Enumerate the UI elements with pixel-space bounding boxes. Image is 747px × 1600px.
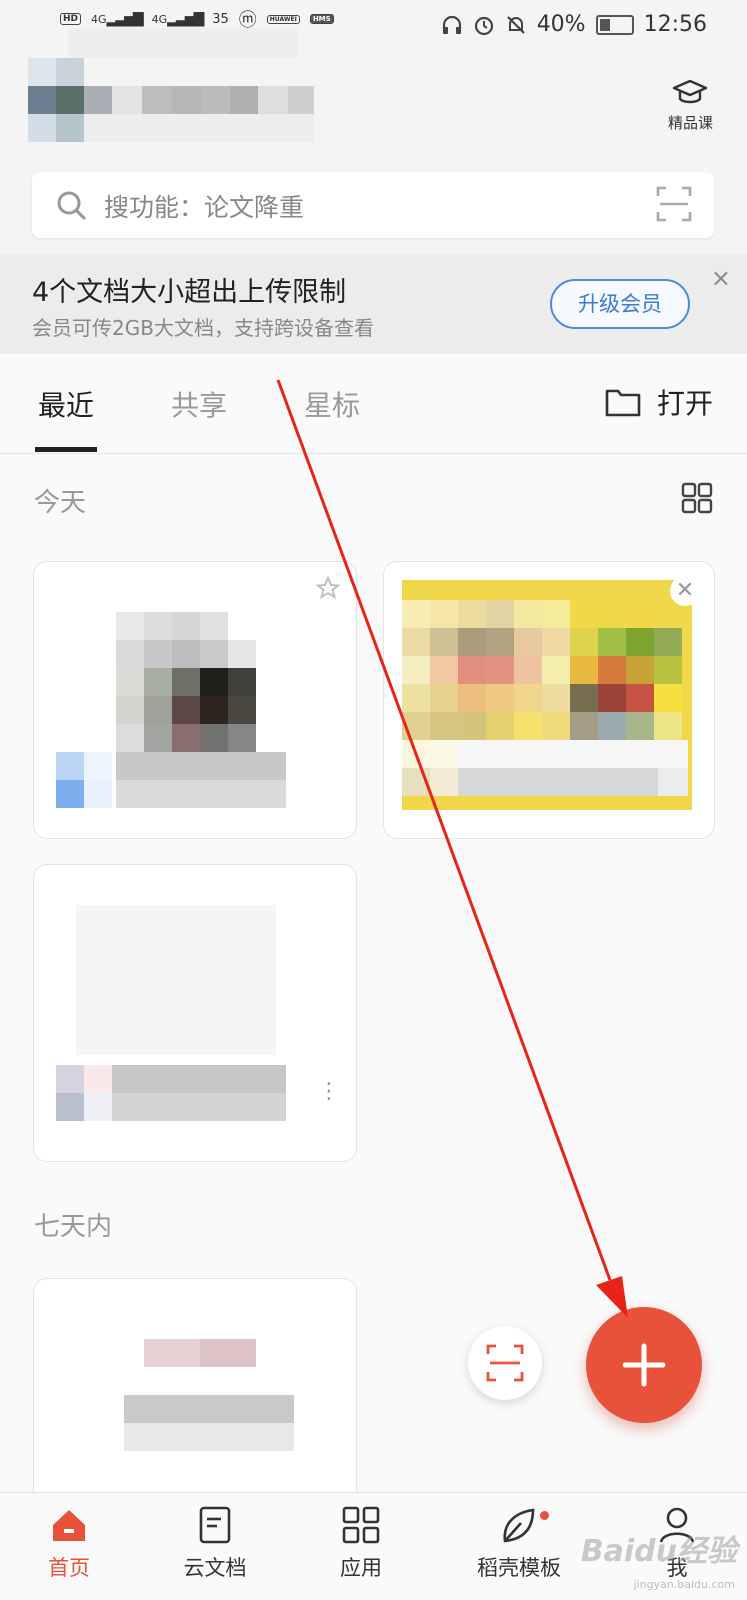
scan-document-icon (486, 1344, 524, 1382)
template-leaf-icon (503, 1508, 535, 1543)
huawei-icon: HUAWEI (266, 14, 300, 24)
new-badge-dot (540, 1511, 549, 1520)
nav-templates-label: 稻壳模板 (477, 1556, 561, 1580)
nav-apps[interactable]: 应用 (296, 1505, 426, 1582)
tab-starred[interactable]: 星标 (304, 384, 360, 424)
file-thumbnail-redacted (402, 580, 692, 810)
nav-templates[interactable]: 稻壳模板 (454, 1505, 584, 1582)
search-icon (57, 191, 86, 220)
nav-home-label: 首页 (48, 1556, 90, 1580)
upgrade-member-button[interactable]: 升级会员 (550, 279, 690, 329)
apps-grid-icon (342, 1506, 380, 1544)
open-label: 打开 (656, 387, 713, 420)
folder-icon (605, 389, 641, 417)
doc-tabs: 最近 共享 星标 打开 (0, 354, 747, 454)
status-right: 40% 12:56 (441, 12, 707, 37)
section-today: 今天 (34, 488, 87, 518)
baidu-watermark-url: jingyan.baidu.com (633, 1578, 735, 1591)
premium-course-button[interactable]: 精品课 (668, 78, 713, 133)
headphone-icon (442, 15, 461, 34)
redacted-title-image (28, 28, 328, 146)
upload-limit-banner: 4个文档大小超出上传限制 会员可传2GB大文档，支持跨设备查看 升级会员 × (0, 254, 747, 354)
nav-apps-label: 应用 (340, 1556, 382, 1580)
cloud-doc-icon (199, 1506, 231, 1544)
star-icon[interactable] (316, 576, 340, 600)
banner-close-icon[interactable]: × (711, 264, 731, 292)
nav-cloud-docs[interactable]: 云文档 (150, 1505, 280, 1582)
more-options-icon[interactable]: ⋮ (318, 1081, 340, 1103)
graduation-cap-icon (673, 79, 708, 104)
file-thumbnail-redacted (56, 602, 296, 822)
recent-file-card[interactable] (33, 1278, 357, 1510)
scan-fab-button[interactable] (468, 1326, 542, 1400)
tab-recent[interactable]: 最近 (38, 384, 94, 424)
section-week: 七天内 (34, 1212, 113, 1242)
clock: 12:56 (643, 12, 707, 37)
hms-icon: HMS (309, 14, 334, 24)
signal-1: 4G▂▃▅▇ (91, 11, 144, 27)
new-document-button[interactable] (586, 1307, 702, 1423)
speed-indicator: 35 (212, 11, 229, 27)
nav-home[interactable]: 首页 (4, 1505, 134, 1582)
open-file-button[interactable]: 打开 (605, 382, 713, 422)
hd-indicator: HD (60, 13, 82, 25)
plus-icon (622, 1343, 666, 1387)
active-tab-indicator (35, 447, 97, 452)
home-icon (53, 1510, 85, 1541)
battery-level (599, 18, 610, 31)
alarm-icon (474, 16, 493, 35)
banner-subtitle: 会员可传2GB大文档，支持跨设备查看 (32, 316, 374, 340)
search-placeholder: 搜功能：论文降重 (104, 193, 305, 222)
signal-2: 4G▂▃▅▇ (151, 11, 205, 27)
recent-file-card[interactable]: ⋮ (33, 864, 357, 1162)
search-bar[interactable]: 搜功能：论文降重 (32, 172, 714, 238)
bell-off-icon (506, 15, 525, 34)
tab-shared[interactable]: 共享 (171, 384, 227, 424)
file-thumbnail-redacted (84, 1309, 324, 1499)
premium-course-label: 精品课 (667, 114, 713, 132)
banner-title: 4个文档大小超出上传限制 (32, 277, 347, 308)
scan-icon[interactable] (656, 186, 692, 222)
file-thumbnail-redacted (56, 885, 316, 1125)
grid-view-icon[interactable] (681, 482, 713, 514)
recent-file-card[interactable]: ✕ (383, 561, 715, 839)
battery-percent: 40% (536, 12, 586, 37)
recent-file-card[interactable] (33, 561, 357, 839)
baidu-watermark: Baidu经验 (580, 1534, 737, 1569)
battery-icon (595, 14, 634, 35)
nav-cloud-docs-label: 云文档 (183, 1556, 247, 1580)
remove-icon[interactable]: ✕ (670, 576, 700, 606)
